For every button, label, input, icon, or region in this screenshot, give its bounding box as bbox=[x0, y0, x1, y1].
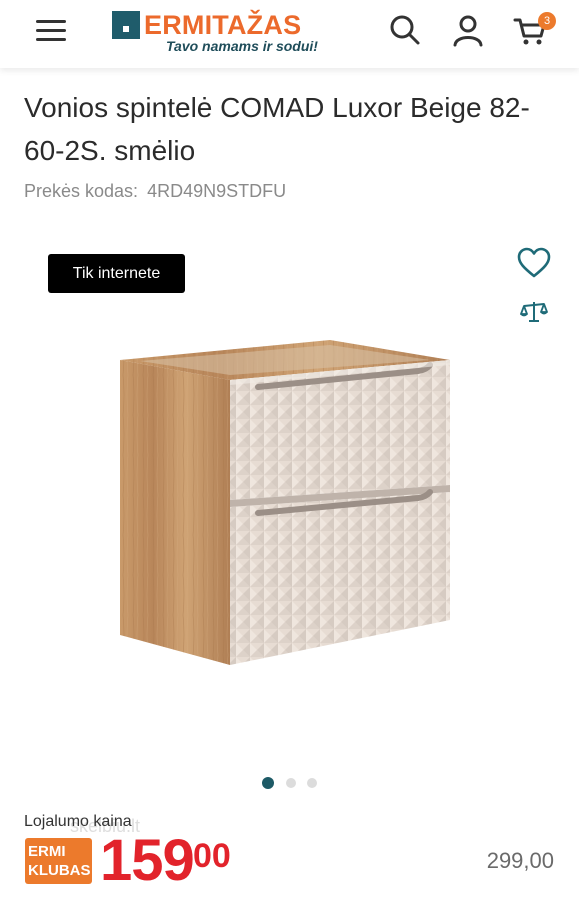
logo-text: ERMITAŽAS bbox=[144, 10, 302, 40]
menu-bar bbox=[36, 38, 66, 41]
club-badge-line2: KLUBAS bbox=[28, 862, 91, 879]
heart-icon[interactable] bbox=[516, 246, 552, 280]
user-icon[interactable] bbox=[450, 12, 486, 48]
search-icon[interactable] bbox=[387, 12, 423, 48]
price-decimal: 00 bbox=[193, 837, 231, 875]
compare-scale-icon[interactable] bbox=[520, 299, 548, 325]
menu-icon[interactable] bbox=[34, 18, 68, 44]
gallery-dot-active[interactable] bbox=[262, 777, 274, 789]
sku-value: 4RD49N9STDFU bbox=[147, 181, 287, 201]
price-integer: 159 bbox=[100, 828, 195, 893]
site-logo[interactable]: ERMITAŽAS Tavo namams ir sodui! bbox=[112, 8, 338, 58]
product-image[interactable] bbox=[110, 335, 470, 675]
cart-count-badge: 3 bbox=[538, 12, 556, 30]
top-header: ERMITAŽAS Tavo namams ir sodui! 3 bbox=[0, 0, 579, 68]
club-badge-line1: ERMI bbox=[28, 843, 66, 860]
product-title: Vonios spintelė COMAD Luxor Beige 82-60-… bbox=[24, 92, 530, 166]
product-sku: Prekės kodas: 4RD49N9STDFU bbox=[24, 181, 286, 202]
logo-mark-icon bbox=[112, 11, 140, 39]
gallery-dot[interactable] bbox=[307, 778, 317, 788]
regular-price: 299,00 bbox=[486, 848, 554, 873]
loyalty-price: 159 00 bbox=[100, 826, 231, 896]
sku-label: Prekės kodas: bbox=[24, 181, 139, 201]
ermi-club-badge: ERMI KLUBAS bbox=[25, 838, 92, 884]
menu-bar bbox=[36, 29, 66, 32]
gallery-dot[interactable] bbox=[286, 778, 296, 788]
logo-slogan: Tavo namams ir sodui! bbox=[166, 38, 318, 54]
menu-bar bbox=[36, 20, 66, 23]
online-only-badge: Tik internete bbox=[48, 254, 185, 293]
